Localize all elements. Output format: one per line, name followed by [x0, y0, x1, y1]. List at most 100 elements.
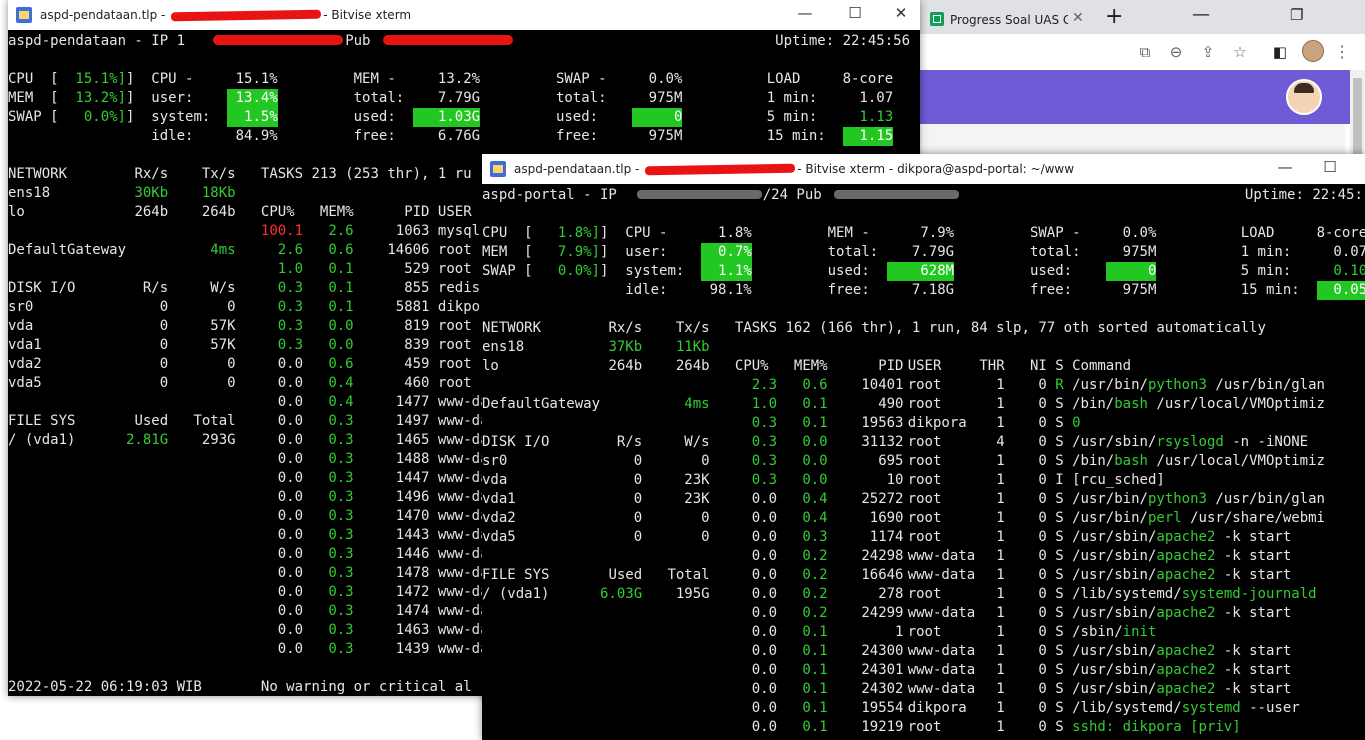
tab-close-icon[interactable]: ✕	[1072, 10, 1084, 26]
swap-used-label: used:	[555, 109, 599, 125]
redacted-text	[645, 163, 796, 176]
window-titlebar[interactable]: aspd-pendataan.tlp - - Bitvise xterm - d…	[482, 154, 1365, 184]
proc-command-name: python3	[1147, 377, 1207, 393]
cpu-bar-value: 15.1%]	[75, 71, 126, 87]
proc-cpu: 0.0	[277, 356, 304, 372]
chrome-menu-icon[interactable]: ⋮	[1334, 42, 1350, 61]
proc-command-path: /lib/systemd/	[1072, 700, 1182, 716]
swap-used-label: used:	[1029, 263, 1073, 279]
terminal-screen[interactable]: aspd-portal - IP CPU [1.8%]] MEM [7.9%]] SW…	[482, 184, 1365, 740]
new-tab-button[interactable]: +	[1105, 4, 1123, 29]
maximize-button[interactable]: ☐	[1315, 158, 1345, 176]
maximize-button[interactable]: ☐	[840, 4, 870, 22]
gateway-latency: 4ms	[210, 242, 236, 258]
bar-bracket: ]	[600, 263, 609, 279]
proc-user: root	[907, 377, 942, 393]
share-icon[interactable]: ⇪	[1198, 42, 1218, 62]
proc-user: www-data	[907, 662, 976, 678]
mem-percent: 7.9%	[920, 225, 955, 241]
proc-command-name: systemd	[1181, 700, 1241, 716]
proc-user: www-da	[437, 413, 489, 429]
network-tx: 18Kb	[201, 185, 236, 201]
proc-user: root	[907, 719, 942, 735]
terminal-window-portal[interactable]: aspd-pendataan.tlp - - Bitvise xterm - d…	[482, 154, 1365, 740]
proc-pid: 1465	[395, 432, 430, 448]
chrome-minimize-button[interactable]: —	[1192, 4, 1210, 25]
proc-state: S	[1055, 643, 1064, 659]
network-tx: 11Kb	[675, 339, 710, 355]
proc-user: www-da	[437, 432, 489, 448]
chrome-tab[interactable]: Progress Soal UAS Ge ✕	[920, 4, 1098, 34]
footer-alert-message: No warning or critical al	[260, 679, 472, 695]
proc-pid: 819	[404, 318, 430, 334]
fs-total: 293G	[201, 432, 236, 448]
proc-nice: 0	[1038, 453, 1047, 469]
minimize-button[interactable]: —	[1270, 158, 1300, 176]
disk-read: 0	[159, 356, 169, 372]
proc-pid: 1477	[395, 394, 430, 410]
window-title: aspd-pendataan.tlp - - Bitvise xterm	[40, 8, 412, 22]
proc-state: R	[1055, 377, 1064, 393]
network-rx: 264b	[134, 204, 169, 220]
proc-cpu: 0.0	[751, 510, 778, 526]
proc-mem: 0.3	[328, 546, 354, 562]
mem-used-value: 1.03G	[412, 108, 481, 127]
proc-command-path: /usr/sbin/	[1072, 529, 1157, 545]
disk-name: vda5	[482, 529, 516, 545]
disk-read: 0	[633, 491, 643, 507]
swap-total-value: 975M	[648, 90, 683, 106]
proc-state: S	[1055, 548, 1064, 564]
disk-write: 0	[701, 510, 710, 526]
proc-command-path: /usr/bin/	[1072, 491, 1148, 507]
proc-cpu: 0.0	[277, 508, 304, 524]
proc-user: www-da	[437, 565, 489, 581]
cpu-system-value: 1.1%	[701, 262, 752, 281]
bar-bracket: ]	[126, 109, 135, 125]
proc-command-args: -k start	[1215, 681, 1292, 697]
translate-icon[interactable]: ⧉	[1135, 42, 1155, 62]
proc-command-name: perl	[1147, 510, 1182, 526]
disk-read: 0	[159, 318, 169, 334]
cpu-title: CPU -	[625, 225, 668, 241]
cpu-bar-value: 1.8%]	[557, 225, 600, 241]
proc-command-name: apache2	[1156, 548, 1216, 564]
minimize-button[interactable]: —	[790, 4, 820, 22]
gateway-label: DefaultGateway	[8, 242, 127, 258]
proc-state: S	[1055, 719, 1064, 735]
mem-used-label: used:	[827, 263, 870, 279]
disk-read: 0	[159, 299, 169, 315]
network-rx: 30Kb	[134, 185, 169, 201]
proc-pid: 839	[404, 337, 430, 353]
bitvise-app-icon	[490, 161, 506, 177]
proc-user: root	[907, 434, 942, 450]
proc-state: S	[1055, 396, 1064, 412]
proc-mem: 0.1	[328, 261, 354, 277]
profile-avatar[interactable]	[1302, 40, 1324, 62]
close-button[interactable]: ✕	[886, 4, 916, 22]
side-panel-icon[interactable]: ◧	[1270, 42, 1290, 62]
network-iface: lo	[8, 204, 25, 220]
user-avatar[interactable]	[1286, 79, 1322, 115]
bookmark-star-icon[interactable]: ☆	[1230, 42, 1250, 62]
disk-read-header: R/s	[616, 434, 643, 450]
proc-mem: 0.4	[328, 375, 354, 391]
proc-header-command: Command	[1072, 358, 1132, 374]
disk-read: 0	[633, 529, 643, 545]
chrome-restore-button[interactable]: ❐	[1290, 6, 1303, 24]
window-titlebar[interactable]: aspd-pendataan.tlp - - Bitvise xterm — ☐…	[8, 0, 920, 30]
proc-state: S	[1055, 415, 1064, 431]
proc-nice: 0	[1038, 586, 1047, 602]
proc-cpu: 0.0	[751, 719, 778, 735]
proc-cpu: 0.3	[751, 415, 778, 431]
proc-user: dikpora	[907, 700, 967, 716]
proc-pid: 855	[404, 280, 430, 296]
proc-nice: 0	[1038, 624, 1047, 640]
mem-free-value: 6.76G	[437, 128, 481, 144]
zoom-icon[interactable]: ⊖	[1166, 42, 1186, 62]
proc-cpu: 0.0	[277, 432, 304, 448]
proc-user: www-data	[907, 681, 976, 697]
proc-mem: 0.0	[802, 472, 828, 488]
mem-bar-label: MEM [	[8, 90, 59, 106]
page-content-card	[925, 124, 1345, 154]
google-sheets-icon	[930, 12, 944, 26]
